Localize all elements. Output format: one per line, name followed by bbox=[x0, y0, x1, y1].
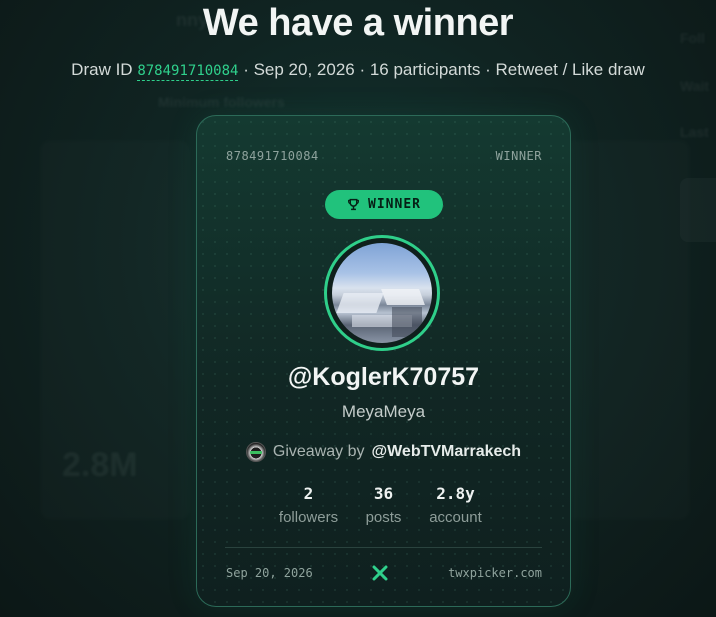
page: nny ac Minimum followers 2.8M Foll Wait … bbox=[0, 0, 716, 617]
background-panel-right bbox=[560, 140, 690, 520]
stat-posts: 36 posts bbox=[350, 484, 418, 526]
winner-badge-label: WINNER bbox=[368, 197, 421, 212]
footer-site: twxpicker.com bbox=[448, 566, 542, 580]
draw-id-label: Draw ID bbox=[71, 60, 133, 79]
stat-account-age: 2.8y account bbox=[422, 484, 490, 526]
winner-display-name: MeyaMeya bbox=[341, 402, 426, 421]
card-header: 878491710084 WINNER bbox=[226, 149, 542, 163]
giveaway-host: Giveaway by @WebTVMarrakech bbox=[197, 442, 570, 462]
stat-value: 2 bbox=[303, 484, 314, 503]
card-corner-label: WINNER bbox=[495, 149, 542, 163]
winner-card: 878491710084 WINNER WINNER @KoglerK70757… bbox=[196, 115, 571, 607]
card-draw-id: 878491710084 bbox=[226, 149, 319, 163]
giveaway-prefix: Giveaway by bbox=[272, 443, 365, 460]
host-avatar bbox=[245, 442, 266, 462]
draw-summary: Draw ID 878491710084 · Sep 20, 2026 · 16… bbox=[0, 60, 716, 81]
winner-stats: 2 followers 36 posts 2.8y account bbox=[197, 484, 570, 526]
background-text: Wait bbox=[680, 78, 710, 94]
background-text: 2.8M bbox=[62, 446, 138, 484]
background-box bbox=[680, 178, 716, 242]
footer-date: Sep 20, 2026 bbox=[226, 566, 313, 580]
stat-value: 36 bbox=[373, 484, 394, 503]
draw-meta: · Sep 20, 2026 · 16 participants · Retwe… bbox=[243, 60, 645, 79]
x-logo-icon bbox=[372, 565, 388, 581]
card-divider bbox=[225, 547, 542, 548]
stat-value: 2.8y bbox=[436, 484, 475, 503]
card-footer: Sep 20, 2026 twxpicker.com bbox=[226, 564, 542, 582]
background-text: Last bbox=[680, 124, 709, 140]
winner-badge: WINNER bbox=[325, 190, 443, 219]
stat-label: followers bbox=[278, 509, 339, 526]
stat-followers: 2 followers bbox=[278, 484, 340, 526]
winner-handle[interactable]: @KoglerK70757 bbox=[197, 363, 570, 392]
page-title: We have a winner bbox=[202, 2, 514, 44]
trophy-icon bbox=[348, 198, 359, 211]
winner-avatar-ring bbox=[324, 235, 440, 351]
stat-label: account bbox=[429, 509, 482, 526]
host-handle-link[interactable]: @WebTVMarrakech bbox=[372, 443, 522, 461]
background-text: Minimum followers bbox=[158, 94, 285, 110]
stat-label: posts bbox=[365, 509, 402, 526]
draw-id-link[interactable]: 878491710084 bbox=[137, 63, 239, 81]
winner-avatar[interactable] bbox=[332, 243, 432, 343]
